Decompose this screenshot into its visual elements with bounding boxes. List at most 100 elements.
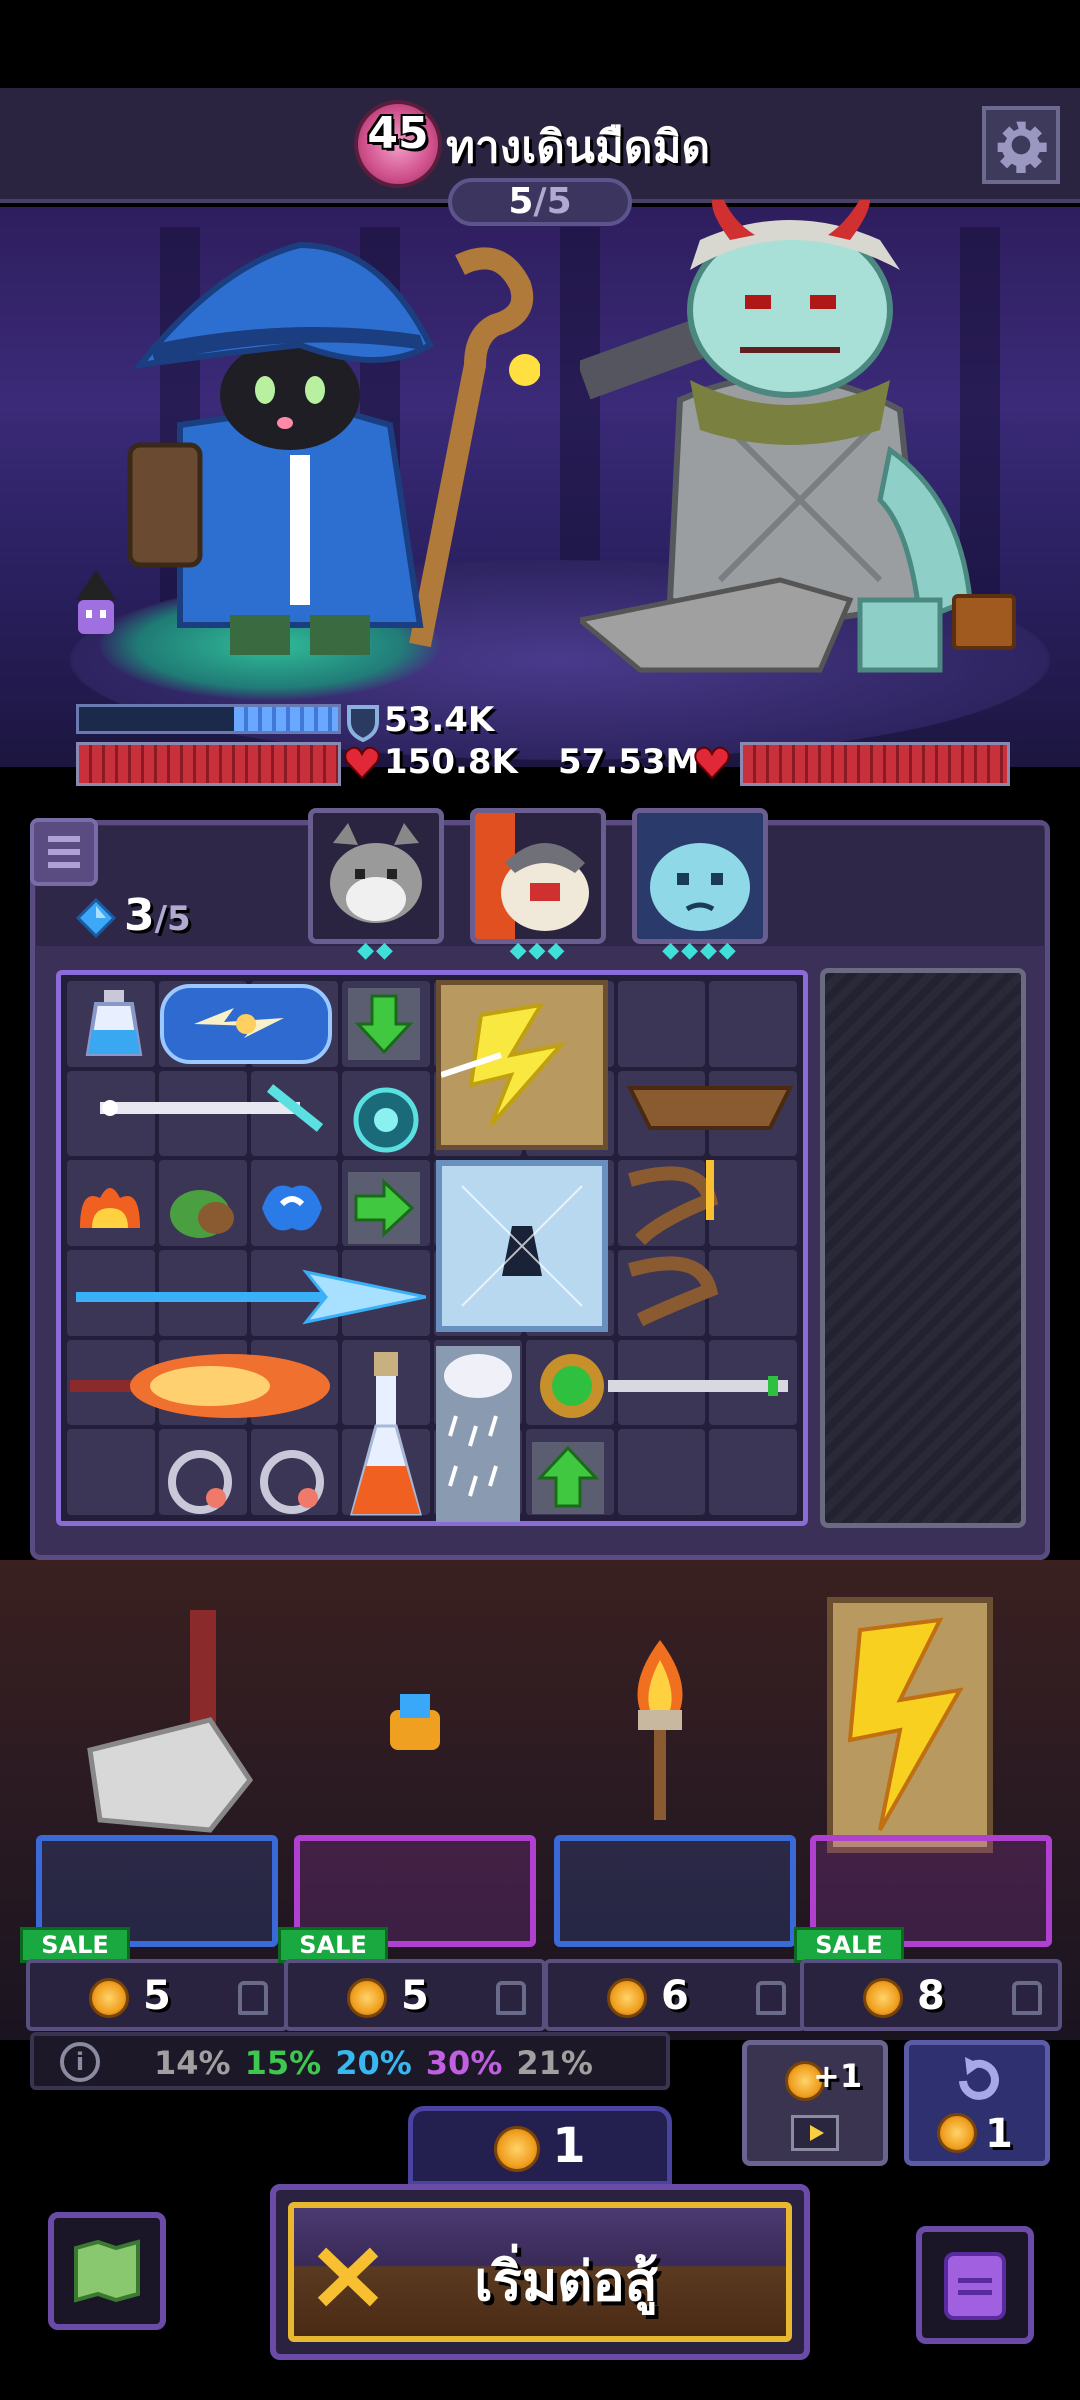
companion-card-1[interactable] xyxy=(308,808,444,944)
backpack-cell[interactable] xyxy=(709,1429,797,1515)
lock-icon[interactable] xyxy=(496,1981,526,2015)
companion-stars-3: ◆◆◆◆ xyxy=(662,938,738,963)
green-slime-item[interactable] xyxy=(160,1168,240,1248)
coin-icon xyxy=(347,1978,388,2018)
upgrade-shop-button[interactable]: +1 xyxy=(742,2040,888,2166)
player-shield-bar xyxy=(76,704,341,734)
companion-card-3[interactable] xyxy=(632,808,768,944)
wave-total: /5 xyxy=(533,181,572,222)
coin-icon xyxy=(89,1978,130,2018)
shop-slot-pedestal xyxy=(554,1835,796,1947)
sale-tag: SALE xyxy=(20,1927,130,1963)
rarity-odds-bar: i 14% 15% 20% 30% 21% xyxy=(30,2032,670,2090)
treasure-chest-icon xyxy=(952,594,1016,650)
reroll-shop-button[interactable]: 1 xyxy=(904,2040,1050,2166)
fireball-staff-item[interactable] xyxy=(70,1346,336,1426)
rarity-odds: 21% xyxy=(516,2044,593,2082)
shop-slot[interactable]: SALE 8 xyxy=(794,1835,1062,2035)
coin-icon xyxy=(607,1978,648,2018)
companion-stars-1: ◆◆ xyxy=(357,938,395,963)
reroll-icon xyxy=(959,2057,999,2100)
rarity-odds: 15% xyxy=(244,2044,322,2082)
companion-card-2[interactable] xyxy=(470,808,606,944)
enemy-hp-fill xyxy=(743,745,1007,783)
lock-icon[interactable] xyxy=(1012,1981,1042,2015)
shop-price-value: 8 xyxy=(917,1973,945,2019)
wave-counter: 5/5 xyxy=(448,178,632,226)
gem-counter: 3/5 xyxy=(124,890,191,941)
emerald-scepter-item[interactable] xyxy=(528,1346,800,1426)
lightning-tome-item[interactable] xyxy=(436,980,608,1150)
backpack-cell[interactable] xyxy=(67,1429,155,1515)
green-right-arrow-item[interactable] xyxy=(344,1168,424,1248)
book-icon xyxy=(944,2252,1006,2320)
torch-item[interactable] xyxy=(620,1640,700,1820)
shop-price: 8 xyxy=(804,1973,1004,2019)
ice-spell-tome-item[interactable] xyxy=(436,1160,608,1332)
shop-price-value: 6 xyxy=(661,1973,689,2019)
info-icon[interactable]: i xyxy=(60,2042,100,2082)
shop-price: 5 xyxy=(30,1973,230,2019)
mana-potion-item[interactable] xyxy=(74,984,154,1064)
wooden-crossbow-item[interactable] xyxy=(620,1068,800,1148)
enemy-hp-value: 57.53M xyxy=(558,742,700,782)
gold-counter: 1 xyxy=(408,2106,672,2186)
backpack-cell[interactable] xyxy=(617,1429,706,1515)
lock-icon[interactable] xyxy=(756,1981,786,2015)
lightning-scroll-item[interactable] xyxy=(160,984,332,1064)
rarity-list: 14% 15% 20% 30% 21% xyxy=(154,2044,593,2082)
enemy-hp-bar xyxy=(740,742,1010,786)
backpack-cell[interactable] xyxy=(709,981,797,1067)
wave-current: 5 xyxy=(508,181,534,222)
map-button[interactable] xyxy=(48,2212,166,2330)
lightning-scroll-shop-item[interactable] xyxy=(820,1590,1000,1860)
video-ad-icon xyxy=(791,2115,839,2151)
start-battle-button[interactable]: เริ่มต่อสู้ xyxy=(270,2184,810,2360)
stone-hammer-item[interactable] xyxy=(80,1600,260,1840)
lock-icon[interactable] xyxy=(238,1981,268,2015)
fire-rune-item[interactable] xyxy=(70,1168,150,1248)
reroll-cost: 1 xyxy=(985,2111,1013,2157)
teal-orb-item[interactable] xyxy=(344,1074,428,1158)
shop-price: 6 xyxy=(548,1973,748,2019)
gear-icon xyxy=(997,121,1047,173)
shop-price-plate: 5 xyxy=(284,1959,546,2031)
shop-slot[interactable]: SALE 5 xyxy=(20,1835,288,2035)
fire-potion-item[interactable] xyxy=(344,1346,428,1522)
fire-glove-item[interactable] xyxy=(380,1690,450,1760)
rain-cloud-item[interactable] xyxy=(436,1346,520,1522)
shop-slot[interactable]: SALE 5 xyxy=(278,1835,546,2035)
water-rune-item[interactable] xyxy=(252,1168,332,1248)
shop-price-plate: 5 xyxy=(26,1959,288,2031)
shop-slot[interactable]: 6 xyxy=(544,1835,806,2035)
storage-slot[interactable] xyxy=(820,968,1026,1528)
zombie-demon-enemy xyxy=(574,190,1000,700)
rarity-odds: 20% xyxy=(335,2044,412,2082)
battle-log-button[interactable] xyxy=(30,818,98,886)
shield-icon xyxy=(346,704,380,743)
gem-count-total: /5 xyxy=(154,899,191,939)
settings-button[interactable] xyxy=(982,106,1060,184)
rarity-odds: 30% xyxy=(425,2044,503,2082)
silver-wand-item[interactable] xyxy=(70,1078,330,1138)
silver-ring-item-2[interactable] xyxy=(252,1438,332,1518)
coin-icon xyxy=(937,2113,977,2153)
companion-stars-2: ◆◆◆ xyxy=(509,938,567,963)
start-battle-panel: เริ่มต่อสู้ xyxy=(288,2202,792,2342)
sale-tag: SALE xyxy=(794,1927,904,1963)
green-down-arrow-item[interactable] xyxy=(344,984,424,1064)
shop-price: 5 xyxy=(288,1973,488,2019)
shop-price-plate: 8 xyxy=(800,1959,1062,2031)
sale-tag: SALE xyxy=(278,1927,388,1963)
ice-spear-item[interactable] xyxy=(66,1262,427,1332)
wooden-bow-item[interactable] xyxy=(620,1160,800,1330)
green-up-arrow-item[interactable] xyxy=(528,1438,608,1518)
coin-icon xyxy=(863,1978,904,2018)
backpack-cell[interactable] xyxy=(617,981,706,1067)
mini-witch-icon xyxy=(68,570,124,640)
rarity-odds: 14% xyxy=(154,2044,231,2082)
status-bar xyxy=(0,0,1080,88)
player-hp-bar xyxy=(76,742,341,786)
spellbook-button[interactable] xyxy=(916,2226,1034,2344)
silver-ring-item-1[interactable] xyxy=(160,1438,240,1518)
